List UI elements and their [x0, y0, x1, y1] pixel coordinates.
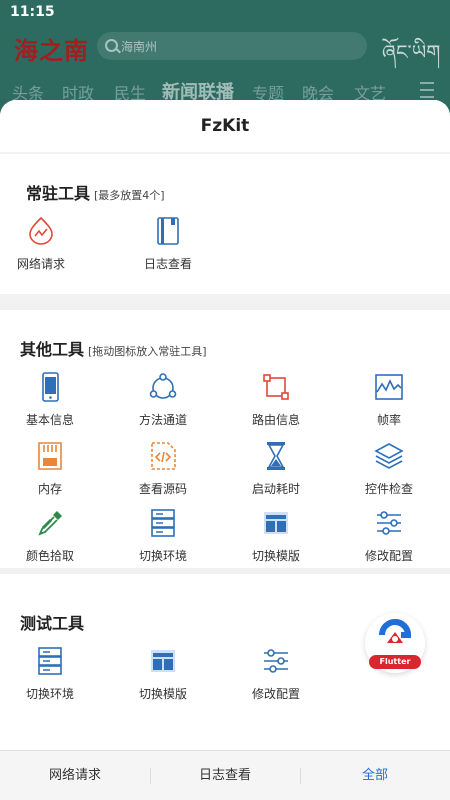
tool-label: 方法通道: [138, 413, 187, 427]
search-placeholder: 海南州: [121, 40, 158, 54]
phone-info-icon: [35, 372, 65, 402]
tool-label: 控件检查: [364, 482, 413, 496]
tool-label: 修改配置: [251, 687, 300, 701]
tool-label: 切换环境: [25, 687, 74, 701]
tool-switch-env-test[interactable]: 切换环境: [0, 646, 105, 702]
tool-color-picker[interactable]: 颜色拾取: [0, 508, 105, 564]
template-icon: [148, 646, 178, 676]
resident-tools-title: 常驻工具 [最多放置4个]: [26, 180, 165, 204]
other-tools-section: 其他工具 [拖动图标放入常驻工具] 基本信息 方法通道 路由信息 帧率 内存 查…: [0, 310, 450, 568]
server-icon: [148, 508, 178, 538]
tibetan-title: ཞོང་ཡིག: [382, 40, 441, 64]
tool-label: 路由信息: [251, 413, 300, 427]
channel-icon: [148, 372, 178, 402]
tool-edit-config-test[interactable]: 修改配置: [221, 646, 331, 702]
tool-edit-config[interactable]: 修改配置: [334, 508, 444, 564]
network-request-icon: [26, 216, 56, 246]
search-icon: [105, 39, 118, 52]
tool-label: 切换模版: [138, 687, 187, 701]
tool-label: 颜色拾取: [25, 549, 74, 563]
tool-network-request[interactable]: 网络请求: [0, 216, 96, 272]
tool-label: 内存: [37, 482, 62, 496]
fzkit-sheet: FzKit 常驻工具 [最多放置4个] 网络请求 日志查看 其他工具 [拖动图标放入…: [0, 100, 450, 800]
log-view-icon: [153, 216, 183, 246]
color-picker-icon: [35, 508, 65, 538]
sliders-icon: [374, 508, 404, 538]
status-bar: 11:15: [0, 0, 450, 26]
tool-label: 切换模版: [251, 549, 300, 563]
tool-memory[interactable]: 内存: [0, 441, 105, 497]
tool-view-source[interactable]: 查看源码: [108, 441, 218, 497]
search-bar[interactable]: 海南州: [97, 32, 367, 60]
tool-switch-template-test[interactable]: 切换模版: [108, 646, 218, 702]
tool-label: 启动耗时: [251, 482, 300, 496]
fps-icon: [374, 372, 404, 402]
tool-label: 日志查看: [143, 257, 192, 271]
tool-label: 查看源码: [138, 482, 187, 496]
tool-label: 网络请求: [16, 257, 65, 271]
tool-switch-env[interactable]: 切换环境: [108, 508, 218, 564]
server-icon: [35, 646, 65, 676]
other-tools-title: 其他工具 [拖动图标放入常驻工具]: [20, 336, 207, 360]
other-tools-heading: 其他工具: [20, 340, 85, 359]
source-code-icon: [148, 441, 178, 471]
bottom-tab-logs[interactable]: 日志查看: [150, 751, 300, 800]
sheet-title: FzKit: [0, 100, 450, 152]
bottom-tab-bar: 网络请求 日志查看 全部: [0, 750, 450, 800]
sliders-icon: [261, 646, 291, 676]
resident-tools-heading: 常驻工具: [26, 184, 91, 203]
menu-icon[interactable]: [420, 82, 434, 98]
test-tools-title: 测试工具: [20, 614, 85, 633]
flutter-logo-icon: [379, 619, 412, 643]
tool-log-view[interactable]: 日志查看: [113, 216, 223, 272]
route-icon: [261, 372, 291, 402]
tool-label: 帧率: [376, 413, 401, 427]
layers-icon: [374, 441, 404, 471]
other-tools-hint: [拖动图标放入常驻工具]: [88, 345, 207, 358]
tool-startup-time[interactable]: 启动耗时: [221, 441, 331, 497]
bottom-tab-network[interactable]: 网络请求: [0, 751, 150, 800]
tool-basic-info[interactable]: 基本信息: [0, 372, 105, 428]
tool-fps[interactable]: 帧率: [334, 372, 444, 428]
resident-tools-section: 常驻工具 [最多放置4个] 网络请求 日志查看: [0, 154, 450, 294]
tool-label: 切换环境: [138, 549, 187, 563]
tool-method-channel[interactable]: 方法通道: [108, 372, 218, 428]
status-time: 11:15: [10, 4, 55, 20]
flutter-label: Flutter: [369, 655, 421, 669]
bottom-tab-all[interactable]: 全部: [300, 751, 450, 800]
memory-card-icon: [35, 441, 65, 471]
tool-label: 基本信息: [25, 413, 74, 427]
template-icon: [261, 508, 291, 538]
app-logo: 海之南: [14, 36, 89, 65]
resident-tools-hint: [最多放置4个]: [94, 189, 165, 202]
hourglass-icon: [261, 441, 291, 471]
flutter-float-button[interactable]: Flutter: [365, 613, 425, 673]
tool-label: 修改配置: [364, 549, 413, 563]
tool-route-info[interactable]: 路由信息: [221, 372, 331, 428]
tool-widget-inspect[interactable]: 控件检查: [334, 441, 444, 497]
tool-switch-template[interactable]: 切换模版: [221, 508, 331, 564]
